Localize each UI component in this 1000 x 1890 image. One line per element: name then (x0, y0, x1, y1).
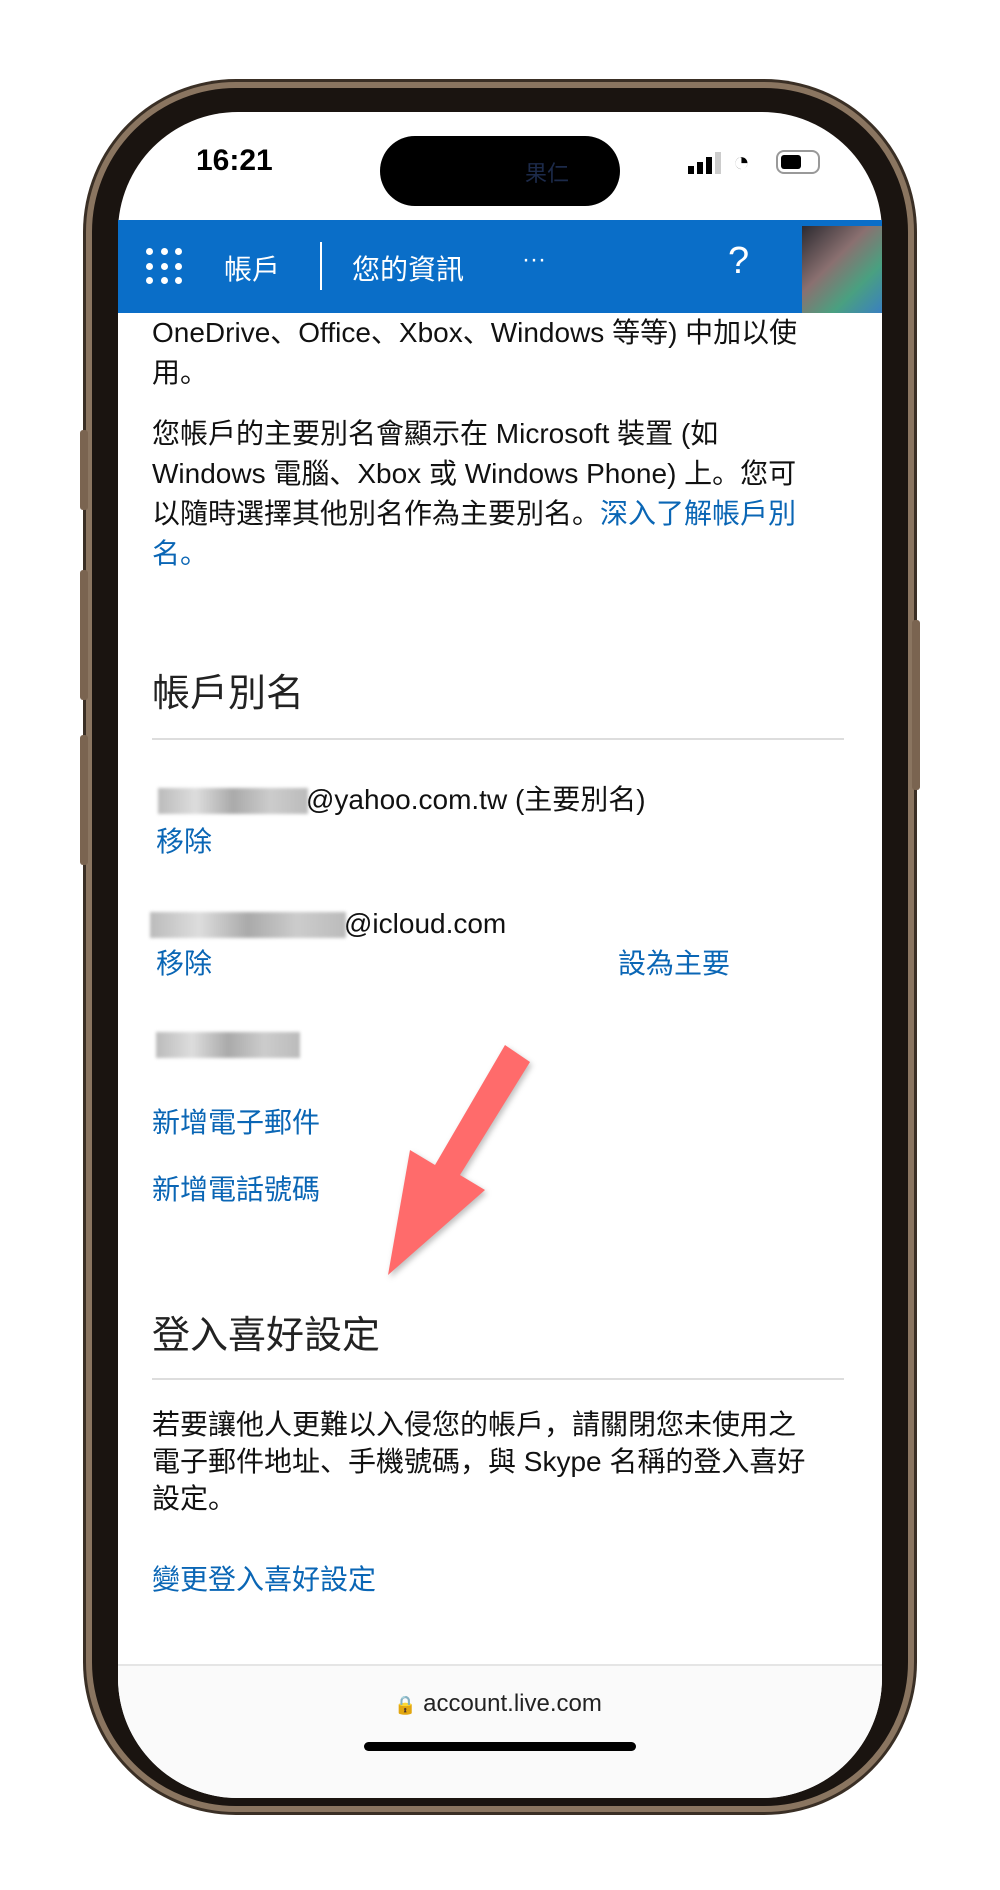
nav-more[interactable]: ··· (522, 246, 546, 274)
alias-email: @icloud.com (344, 908, 507, 939)
status-time: 16:21 (196, 144, 273, 177)
aliases-heading: 帳戶別名 (152, 673, 305, 715)
battery-icon (776, 150, 820, 174)
dynamic-island: 果仁 (380, 136, 620, 206)
volume-up-button (80, 570, 88, 700)
redacted-email (150, 912, 346, 938)
learn-more-link[interactable]: 深入了解帳戶別 (600, 498, 796, 529)
arrow-annotation (388, 1045, 530, 1275)
make-primary-link[interactable]: 設為主要 (618, 944, 768, 984)
remove-link[interactable]: 移除 (156, 944, 236, 984)
wifi-icon: ◔ (733, 146, 750, 177)
redacted-alias (156, 1032, 300, 1058)
url-bar[interactable]: 🔒 account.live.com (394, 1690, 602, 1718)
nav-your-info[interactable]: 您的資訊 (352, 248, 464, 288)
signal-icon (688, 152, 724, 174)
grid-icon[interactable] (146, 248, 186, 288)
signin-heading: 登入喜好設定 (152, 1315, 381, 1357)
divider (152, 1378, 844, 1380)
alias-email: @yahoo.com.tw (主要別名) (306, 784, 646, 815)
avatar[interactable] (802, 226, 882, 313)
power-button (912, 620, 920, 790)
nav-divider (320, 242, 322, 290)
add-phone-link[interactable]: 新增電話號碼 (152, 1170, 402, 1210)
divider (152, 738, 844, 740)
primary-alias-text: 您帳戶的主要別名會顯示在 Microsoft 裝置 (如 Windows 電腦、… (152, 414, 852, 574)
change-signin-link[interactable]: 變更登入喜好設定 (152, 1560, 452, 1600)
browser-bar (118, 1666, 882, 1798)
url-text: account.live.com (423, 1690, 602, 1717)
add-email-link[interactable]: 新增電子郵件 (152, 1103, 402, 1143)
lock-icon: 🔒 (394, 1695, 417, 1715)
nav-account[interactable]: 帳戶 (224, 248, 280, 288)
signin-text: 若要讓他人更難以入侵您的帳戶，請關閉您未使用之 電子郵件地址、手機號碼，與 Sky… (152, 1409, 806, 1514)
redacted-email (158, 788, 308, 814)
home-indicator[interactable] (364, 1742, 636, 1751)
volume-down-button (80, 735, 88, 865)
remove-link[interactable]: 移除 (156, 822, 236, 862)
top-nav-bar: 帳戶 您的資訊 ··· ? (118, 220, 882, 313)
learn-more-link-cont[interactable]: 名。 (152, 534, 852, 574)
mute-switch (80, 430, 88, 510)
island-text: 果仁 (525, 161, 570, 186)
intro-text: OneDrive、Office、Xbox、Windows 等等) 中加以使 用。 (152, 317, 798, 388)
help-icon[interactable]: ? (728, 240, 749, 283)
